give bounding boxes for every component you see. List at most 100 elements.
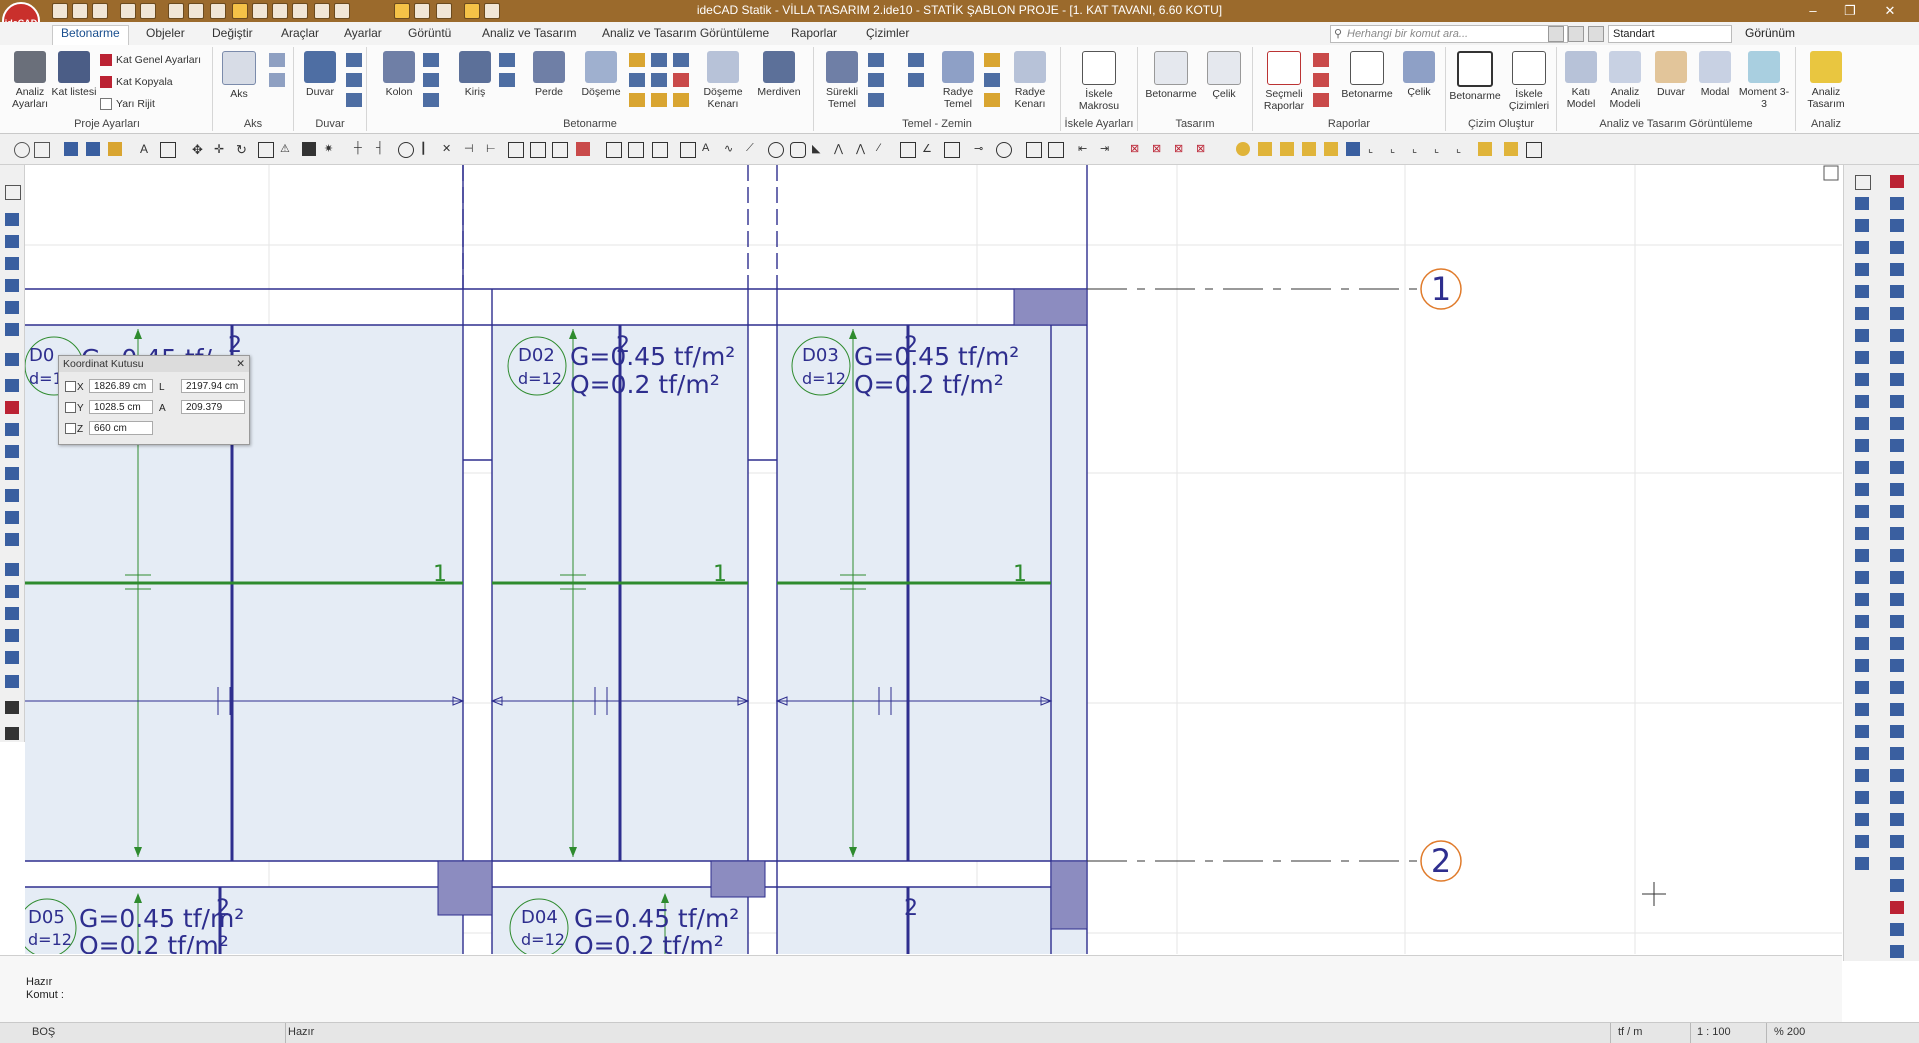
right-tool-29-icon[interactable]: [1890, 791, 1904, 804]
dimension-tool-icon[interactable]: [5, 467, 19, 480]
hide-icon[interactable]: [1855, 615, 1869, 628]
column-option-icon[interactable]: [423, 53, 439, 67]
pencil-icon[interactable]: [86, 142, 100, 156]
break-icon[interactable]: ✕: [442, 142, 456, 156]
door-icon[interactable]: [346, 93, 362, 107]
y-coordinate-field[interactable]: 1028.5 cm: [89, 400, 153, 414]
slab-option6-icon[interactable]: [651, 93, 667, 107]
light-settings-icon[interactable]: [1855, 483, 1869, 496]
right-tool-32-icon[interactable]: [1890, 857, 1904, 870]
stair-tool-icon[interactable]: [5, 353, 19, 366]
symbol-tool-icon[interactable]: [5, 533, 19, 546]
link-icon[interactable]: ⊸: [974, 142, 988, 156]
wall-button[interactable]: Duvar: [296, 51, 344, 98]
view-3d-icon[interactable]: [1855, 263, 1869, 276]
elevation-icon[interactable]: [1302, 142, 1316, 156]
column-option3-icon[interactable]: [423, 93, 439, 107]
column[interactable]: [710, 860, 766, 898]
cloud-icon[interactable]: [996, 142, 1012, 158]
slab-label-d04[interactable]: D04 d=12 G=0.45 tf/m² Q=0.2 tf/m²: [509, 898, 739, 960]
join-icon[interactable]: ⊢: [486, 142, 500, 156]
column-tool-icon[interactable]: [5, 257, 19, 270]
scaffold-macro-button[interactable]: İskele Makrosu: [1073, 51, 1125, 112]
measure-tool-icon[interactable]: [5, 585, 19, 598]
report-option-icon[interactable]: [1313, 53, 1329, 67]
right-tool-26-icon[interactable]: [1890, 725, 1904, 738]
semi-rigid-checkbox[interactable]: Yarı Rijit: [100, 95, 155, 113]
copy-tool-icon[interactable]: [258, 142, 274, 158]
slab-label-d03[interactable]: D03 d=12 G=0.45 tf/m² Q=0.2 tf/m²: [791, 336, 1019, 399]
rectangle-icon[interactable]: [790, 142, 806, 158]
beam-button[interactable]: Kiriş: [451, 51, 499, 98]
rotate-icon[interactable]: ↻: [236, 142, 250, 157]
right-tool-6-icon[interactable]: [1890, 285, 1904, 298]
column[interactable]: [437, 860, 493, 916]
eraser-icon[interactable]: [160, 142, 176, 158]
pan-icon[interactable]: [1855, 395, 1869, 408]
stairs-button[interactable]: Merdiven: [755, 51, 803, 98]
view-front-icon[interactable]: [1855, 197, 1869, 210]
selective-reports-button[interactable]: Seçmeli Raporlar: [1257, 51, 1311, 112]
hatch-icon[interactable]: [606, 142, 622, 158]
slab-option7-icon[interactable]: [673, 53, 689, 67]
dropdown-arrow-icon[interactable]: [484, 3, 500, 19]
tab-goruntu[interactable]: Görüntü: [408, 26, 451, 43]
polyline-icon[interactable]: ⟋: [746, 142, 760, 156]
section-plane-icon[interactable]: [1855, 527, 1869, 540]
grid-icon[interactable]: [314, 3, 330, 19]
drawing-concrete-button[interactable]: Betonarme: [1446, 51, 1504, 102]
slab-button[interactable]: Döşeme: [577, 51, 625, 98]
dim-vertical-icon[interactable]: ⇥: [1100, 142, 1114, 156]
auto-tool-icon[interactable]: [5, 701, 19, 714]
tab-betonarme[interactable]: Betonarme: [52, 25, 129, 45]
stretch-icon[interactable]: ┃: [420, 142, 434, 156]
light-icon[interactable]: [1236, 142, 1250, 156]
analysis-design-button[interactable]: Analiz Tasarım: [1800, 51, 1852, 110]
close-icon[interactable]: ✕: [1875, 2, 1905, 20]
right-tool-1-icon[interactable]: [1890, 175, 1904, 188]
z-coordinate-field[interactable]: 660 cm: [89, 421, 153, 435]
foundation-option2-icon[interactable]: [908, 53, 924, 67]
beam-option-icon[interactable]: [499, 53, 515, 67]
axis-bubble-2[interactable]: 2: [1420, 840, 1462, 882]
extend-icon[interactable]: ┤: [376, 142, 390, 156]
scale-indicator[interactable]: 1 : 100: [1697, 1026, 1731, 1038]
right-tool-3-icon[interactable]: [1890, 219, 1904, 232]
move-icon[interactable]: ✥: [192, 142, 206, 157]
section-tool-icon[interactable]: [5, 401, 19, 414]
analysis-settings-button[interactable]: Analiz Ayarları: [6, 51, 54, 110]
chart-icon[interactable]: ⌞: [1390, 142, 1404, 156]
list-view-icon[interactable]: [5, 185, 21, 200]
window-icon[interactable]: [346, 73, 362, 87]
right-tool-21-icon[interactable]: [1890, 615, 1904, 628]
right-tool-5-icon[interactable]: [1890, 263, 1904, 276]
length-field[interactable]: 2197.94 cm: [181, 379, 245, 393]
right-tool-28-icon[interactable]: [1890, 769, 1904, 782]
rebar-tool-icon[interactable]: [5, 379, 19, 392]
scaffold-drawings-button[interactable]: İskele Çizimleri: [1504, 51, 1554, 112]
right-tool-12-icon[interactable]: [1890, 417, 1904, 430]
solid-model-button[interactable]: Katı Model: [1557, 51, 1605, 110]
right-tool-13-icon[interactable]: [1890, 439, 1904, 452]
match-icon[interactable]: ∠: [922, 142, 936, 156]
filter-icon[interactable]: [1855, 659, 1869, 672]
foundation-option3-icon[interactable]: [908, 73, 924, 87]
right-tool-36-icon[interactable]: [1890, 945, 1904, 958]
orbit-icon[interactable]: [1855, 373, 1869, 386]
split-icon[interactable]: ⊣: [464, 142, 478, 156]
right-tool-8-icon[interactable]: [1890, 329, 1904, 342]
array-tool-icon[interactable]: [5, 675, 19, 688]
report-option3-icon[interactable]: [1313, 93, 1329, 107]
right-tool-24-icon[interactable]: [1890, 681, 1904, 694]
style-select[interactable]: Standart: [1608, 25, 1732, 43]
design-steel-button[interactable]: Çelik: [1200, 51, 1248, 100]
measure-icon[interactable]: [394, 3, 410, 19]
right-tool-20-icon[interactable]: [1890, 593, 1904, 606]
dim-aligned-icon[interactable]: ⊠: [1130, 142, 1144, 156]
pen-tool-icon[interactable]: [5, 563, 19, 576]
image-icon[interactable]: [680, 142, 696, 158]
beam-option2-icon[interactable]: [499, 73, 515, 87]
raft-grid-icon[interactable]: [984, 73, 1000, 87]
dimension-icon[interactable]: [414, 3, 430, 19]
raft-edge-button[interactable]: Radye Kenarı: [1006, 51, 1054, 110]
